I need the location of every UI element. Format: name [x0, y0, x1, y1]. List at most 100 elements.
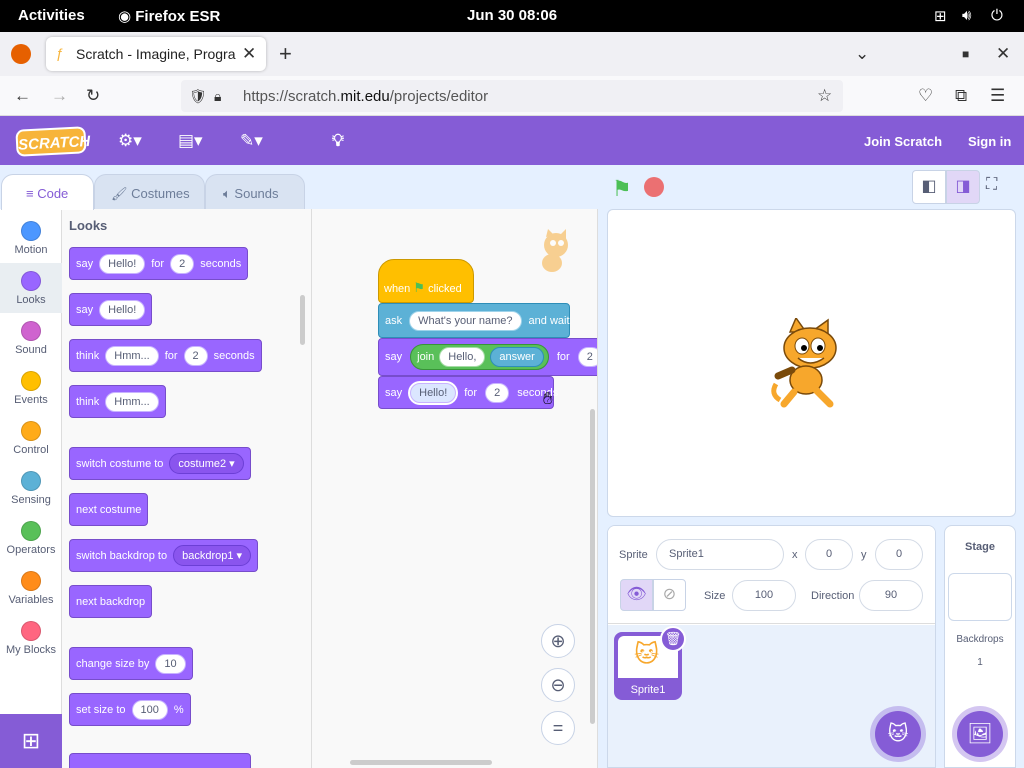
block-think[interactable]: think Hmm... — [69, 385, 166, 418]
block-next-costume[interactable]: next costume — [69, 493, 149, 526]
fullscreen-icon[interactable]: ⛶ — [986, 176, 997, 194]
block-input[interactable]: Hmm... — [105, 391, 159, 412]
category-looks[interactable]: Looks — [0, 263, 62, 313]
category-motion[interactable]: Motion — [0, 213, 62, 263]
block-next-backdrop[interactable]: next backdrop — [69, 585, 153, 618]
size-input[interactable]: 100 — [732, 580, 796, 611]
block-input-selected[interactable]: Hello! — [410, 382, 457, 403]
block-think-for-seconds[interactable]: think Hmm... for 2 seconds — [69, 339, 262, 372]
browser-tab[interactable]: ƒ Scratch - Imagine, Progra ✕ — [46, 37, 266, 71]
zoom-in-icon[interactable]: ⊕ — [541, 624, 575, 658]
show-sprite-eye-icon[interactable]: 👁︎ — [620, 579, 653, 611]
block-input[interactable]: Hello! — [99, 253, 146, 274]
x-input[interactable]: 0 — [805, 539, 853, 570]
reload-icon[interactable]: ↻ — [86, 86, 100, 106]
settings-gear-icon[interactable]: ⚙▾ — [118, 131, 142, 151]
block-when-flag-clicked[interactable]: when ⚑ clicked — [378, 259, 474, 303]
category-variables[interactable]: Variables — [0, 563, 62, 613]
tab-code[interactable]: ≡ Code — [1, 174, 94, 210]
small-stage-icon[interactable]: ◧ — [912, 170, 946, 204]
block-input[interactable]: What's your name? — [409, 310, 522, 331]
y-input[interactable]: 0 — [875, 539, 923, 570]
palette-scrollbar[interactable] — [300, 295, 305, 345]
block-input[interactable]: 2 — [577, 347, 597, 367]
back-icon[interactable]: ← — [14, 86, 31, 106]
block-change-size[interactable]: change size by 10 — [69, 647, 193, 680]
lock-icon[interactable]: 🔒︎ — [214, 86, 221, 106]
block-input[interactable]: 2 — [170, 253, 195, 274]
tab-sounds[interactable]: 🔈︎ Sounds — [205, 174, 305, 210]
block-switch-backdrop[interactable]: switch backdrop to backdrop1 ▾ — [69, 539, 259, 572]
tab-costumes[interactable]: 🖌︎ Costumes — [94, 174, 205, 210]
block-input[interactable]: 2 — [485, 382, 510, 403]
sprite-name-input[interactable]: Sprite1 — [656, 539, 784, 570]
volume-icon[interactable]: 🔊︎ — [962, 7, 971, 24]
category-operators[interactable]: Operators — [0, 513, 62, 563]
block-input[interactable]: 2 — [183, 345, 208, 366]
close-tab-icon[interactable]: ✕ — [242, 44, 256, 64]
sign-in-link[interactable]: Sign in — [968, 134, 1011, 149]
app-menu-icon[interactable]: ☰ — [990, 86, 1005, 106]
cat-sprite[interactable] — [768, 316, 856, 410]
firefox-view-icon[interactable] — [11, 44, 31, 64]
stage-canvas[interactable] — [607, 209, 1016, 517]
zoom-out-icon[interactable]: ⊖ — [541, 668, 575, 702]
edit-menu-icon[interactable]: ✎▾ — [240, 131, 263, 151]
answer-reporter[interactable]: answer — [490, 347, 544, 367]
direction-input[interactable]: 90 — [859, 580, 923, 611]
url-bar[interactable]: 🛡︎ 🔒︎ https://scratch.mit.edu/projects/e… — [181, 80, 843, 112]
delete-sprite-trash-icon[interactable]: 🗑︎ — [660, 626, 686, 652]
join-scratch-link[interactable]: Join Scratch — [864, 134, 942, 149]
zoom-reset-icon[interactable]: = — [541, 711, 575, 745]
script-vertical-scrollbar[interactable] — [590, 409, 595, 724]
extensions-icon[interactable]: ⧉ — [955, 86, 967, 106]
block-say-for-seconds-script[interactable]: say Hello! for 2 seconds — [378, 376, 558, 409]
script-horizontal-scrollbar[interactable] — [350, 760, 492, 765]
normal-stage-icon[interactable]: ◨ — [946, 170, 980, 204]
forward-icon[interactable]: → — [51, 86, 68, 106]
block-say-for-seconds[interactable]: say Hello! for 2 seconds — [69, 247, 249, 280]
bookmark-star-icon[interactable]: ☆ — [817, 86, 832, 106]
close-window-icon[interactable]: ✕ — [996, 44, 1010, 64]
new-tab-icon[interactable]: + — [279, 43, 292, 65]
choose-sprite-button[interactable]: 🐱︎ — [875, 711, 921, 757]
category-my-blocks[interactable]: My Blocks — [0, 613, 62, 663]
add-extension-button[interactable]: ⊞ — [0, 714, 62, 768]
block-say[interactable]: say Hello! — [69, 293, 153, 326]
block-text: think — [76, 395, 100, 408]
scratch-logo[interactable]: SCRATCH — [15, 126, 91, 157]
category-control[interactable]: Control — [0, 413, 62, 463]
clock[interactable]: Jun 30 08:06 — [467, 7, 557, 24]
block-input[interactable]: Hello! — [99, 299, 146, 320]
activities-button[interactable]: Activities — [18, 7, 85, 24]
costume-dropdown[interactable]: costume2 ▾ — [169, 453, 244, 474]
stop-icon[interactable] — [644, 177, 664, 197]
pocket-icon[interactable]: ♡ — [918, 86, 933, 106]
green-flag-icon[interactable]: ⚑ — [612, 176, 632, 202]
backdrop-dropdown[interactable]: backdrop1 ▾ — [173, 545, 252, 566]
block-set-size[interactable]: set size to 100% — [69, 693, 191, 726]
stage-thumbnail[interactable] — [948, 573, 1012, 621]
block-input[interactable]: 10 — [155, 653, 186, 674]
network-icon[interactable]: ⊞ — [934, 7, 947, 25]
category-sound[interactable]: Sound — [0, 313, 62, 363]
block-input[interactable]: Hmm... — [105, 345, 159, 366]
block-ask-and-wait[interactable]: ask What's your name? and wait — [378, 303, 570, 338]
block-input[interactable]: Hello, — [439, 347, 486, 367]
maximize-window-icon[interactable]: ■ — [962, 44, 969, 64]
join-reporter[interactable]: join Hello, answer — [410, 344, 549, 370]
category-events[interactable]: Events — [0, 363, 62, 413]
tracking-protection-icon[interactable]: 🛡︎ — [189, 86, 207, 106]
category-sensing[interactable]: Sensing — [0, 463, 62, 513]
choose-backdrop-button[interactable]: 🖼︎ — [957, 711, 1003, 757]
list-tabs-icon[interactable]: ⌄ — [855, 44, 869, 64]
block-say-join[interactable]: say join Hello, answer for 2 — [378, 338, 597, 376]
firefox-app-menu[interactable]: ◉ Firefox ESR — [118, 7, 220, 25]
tutorials-lightbulb-icon[interactable]: 💡︎ — [332, 131, 344, 151]
block-switch-costume[interactable]: switch costume to costume2 ▾ — [69, 447, 251, 480]
power-icon[interactable]: ⏻ — [991, 7, 1003, 24]
file-menu-icon[interactable]: ▤▾ — [178, 131, 203, 151]
hide-sprite-eye-icon[interactable]: ⊘ — [653, 579, 686, 611]
block-partial[interactable] — [69, 753, 251, 768]
block-input[interactable]: 100 — [131, 699, 168, 720]
